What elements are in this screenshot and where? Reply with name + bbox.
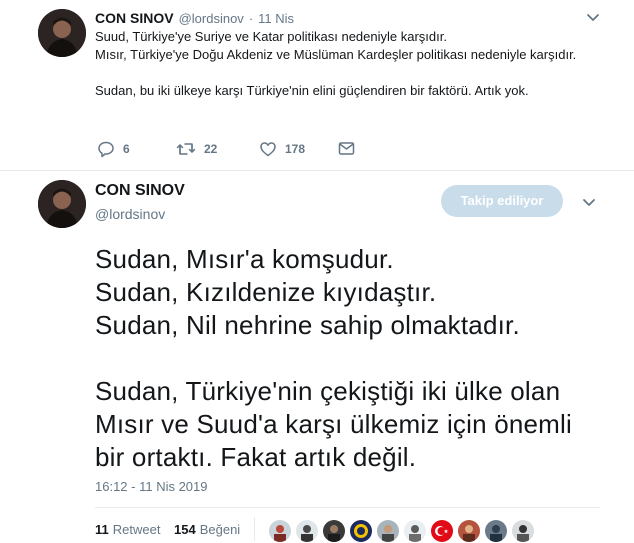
chevron-down-icon[interactable]	[586, 10, 600, 29]
display-name[interactable]: CON SINOV	[95, 182, 185, 200]
tweet-divider	[0, 170, 634, 171]
reply-button[interactable]: 6	[97, 140, 130, 158]
dm-button[interactable]	[338, 140, 355, 157]
liker-avatar[interactable]	[484, 519, 508, 543]
reply-icon	[97, 140, 115, 158]
liker-avatar[interactable]	[349, 519, 373, 543]
tweet-timestamp[interactable]: 16:12 - 11 Nis 2019	[95, 479, 208, 494]
retweet-stat[interactable]: 11 Retweet	[95, 522, 160, 537]
avatar[interactable]	[38, 180, 86, 228]
retweet-stat-count: 11	[95, 522, 109, 537]
username[interactable]: @lordsinov	[179, 11, 244, 26]
username[interactable]: @lordsinov	[95, 206, 165, 222]
retweet-count: 22	[204, 142, 218, 156]
tweet-header: CON SINOV @lordsinov · 11 Nis	[95, 10, 294, 26]
retweet-icon	[176, 140, 196, 158]
liker-avatar[interactable]	[511, 519, 535, 543]
liker-avatar[interactable]	[457, 519, 481, 543]
like-stat[interactable]: 154 Beğeni	[174, 522, 240, 537]
tweet-text: Sudan, Mısır'a komşudur. Sudan, Kızılden…	[95, 244, 572, 472]
avatar[interactable]	[38, 9, 86, 57]
like-button[interactable]: 178	[259, 140, 305, 158]
like-count: 178	[285, 142, 306, 156]
following-button[interactable]: Takip ediliyor	[441, 185, 563, 217]
stats-separator	[254, 517, 255, 541]
separator: ·	[248, 11, 254, 26]
liker-avatar[interactable]	[268, 519, 292, 543]
display-name[interactable]: CON SINOV	[95, 10, 174, 26]
chevron-down-icon[interactable]	[582, 195, 596, 214]
like-stat-label: Beğeni	[199, 522, 241, 537]
stats-divider	[95, 507, 600, 508]
liker-avatar[interactable]	[430, 519, 454, 543]
tweet-date[interactable]: 11 Nis	[258, 11, 294, 26]
liker-avatar[interactable]	[403, 519, 427, 543]
tweet-text: Suud, Türkiye'ye Suriye ve Katar politik…	[95, 29, 577, 98]
like-stat-count: 154	[174, 522, 196, 537]
retweet-stat-label: Retweet	[112, 522, 161, 537]
retweet-button[interactable]: 22	[176, 140, 217, 158]
liker-avatar[interactable]	[376, 519, 400, 543]
reply-count: 6	[123, 142, 130, 156]
heart-icon	[259, 140, 277, 158]
mail-icon	[338, 140, 355, 157]
liker-avatar[interactable]	[322, 519, 346, 543]
liker-avatar[interactable]	[295, 519, 319, 543]
liker-avatars	[268, 519, 535, 543]
